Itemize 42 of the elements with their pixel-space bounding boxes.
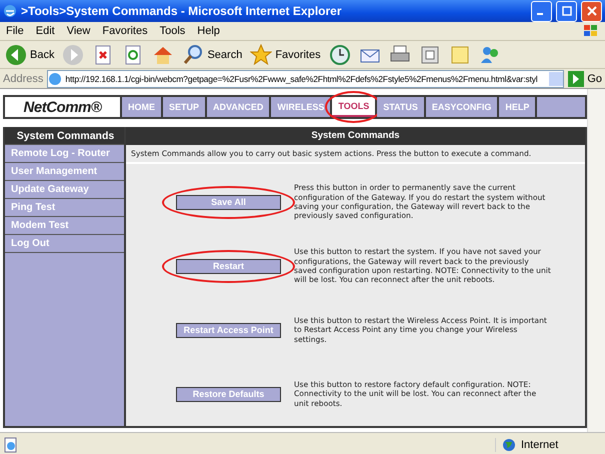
minimize-button[interactable]	[531, 0, 552, 22]
close-button[interactable]	[581, 0, 602, 22]
command-button[interactable]: Restart Access Point	[176, 322, 281, 338]
nav-tab[interactable]: WIRELESS	[271, 97, 330, 117]
nav-tab[interactable]: HELP	[499, 97, 536, 117]
browser-icon	[3, 4, 17, 18]
window-title: >Tools>System Commands - Microsoft Internet Explorer	[21, 4, 343, 18]
command-button[interactable]: Restore Defaults	[176, 386, 281, 402]
netcomm-logo: NetComm®	[5, 97, 120, 117]
maximize-icon	[562, 6, 572, 16]
search-button[interactable]: Search	[180, 42, 244, 66]
address-label: Address	[3, 72, 44, 84]
menu-item[interactable]: File	[0, 25, 30, 37]
menu-item[interactable]: View	[60, 25, 96, 37]
back-icon	[5, 44, 27, 66]
globe-icon	[502, 438, 516, 452]
favorites-button[interactable]: Favorites	[248, 42, 323, 66]
command-button[interactable]: Save All	[176, 194, 281, 210]
close-icon	[586, 6, 596, 16]
minimize-icon	[537, 13, 543, 15]
nav-tab[interactable]: STATUS	[377, 97, 424, 117]
nav-tab[interactable]: HOME	[122, 97, 161, 117]
nav-tab[interactable]: ADVANCED	[207, 97, 270, 117]
go-button[interactable]: Go	[568, 70, 602, 86]
menu-item[interactable]: Edit	[30, 25, 61, 37]
menu-item[interactable]: Favorites	[96, 25, 154, 37]
nav-tab[interactable]: TOOLS	[332, 97, 376, 117]
menu-item[interactable]: Tools	[154, 25, 192, 37]
menu-item[interactable]: Help	[191, 25, 226, 37]
command-button[interactable]: Restart	[176, 258, 281, 274]
back-button[interactable]: Back	[3, 42, 56, 66]
search-icon	[182, 44, 204, 66]
favorites-icon	[250, 44, 272, 66]
nav-tab[interactable]: SETUP	[163, 97, 206, 117]
panel-title: System Commands	[126, 127, 585, 145]
sidebar-item[interactable]: System Commands	[5, 127, 124, 145]
address-field[interactable]: http://192.168.1.1/cgi-bin/webcm?getpage=%2Fusr%2Fwww_safe%2Fhtml%2Fdefs%2Fstyle5%2Fmenus%2Fmenu.html&var:styl	[47, 70, 564, 88]
zone-label: Internet	[521, 438, 558, 450]
nav-tab[interactable]: EASYCONFIG	[426, 97, 498, 117]
maximize-button[interactable]	[556, 0, 577, 22]
scrollbar[interactable]	[587, 89, 605, 432]
windows-flag-icon	[583, 24, 599, 38]
